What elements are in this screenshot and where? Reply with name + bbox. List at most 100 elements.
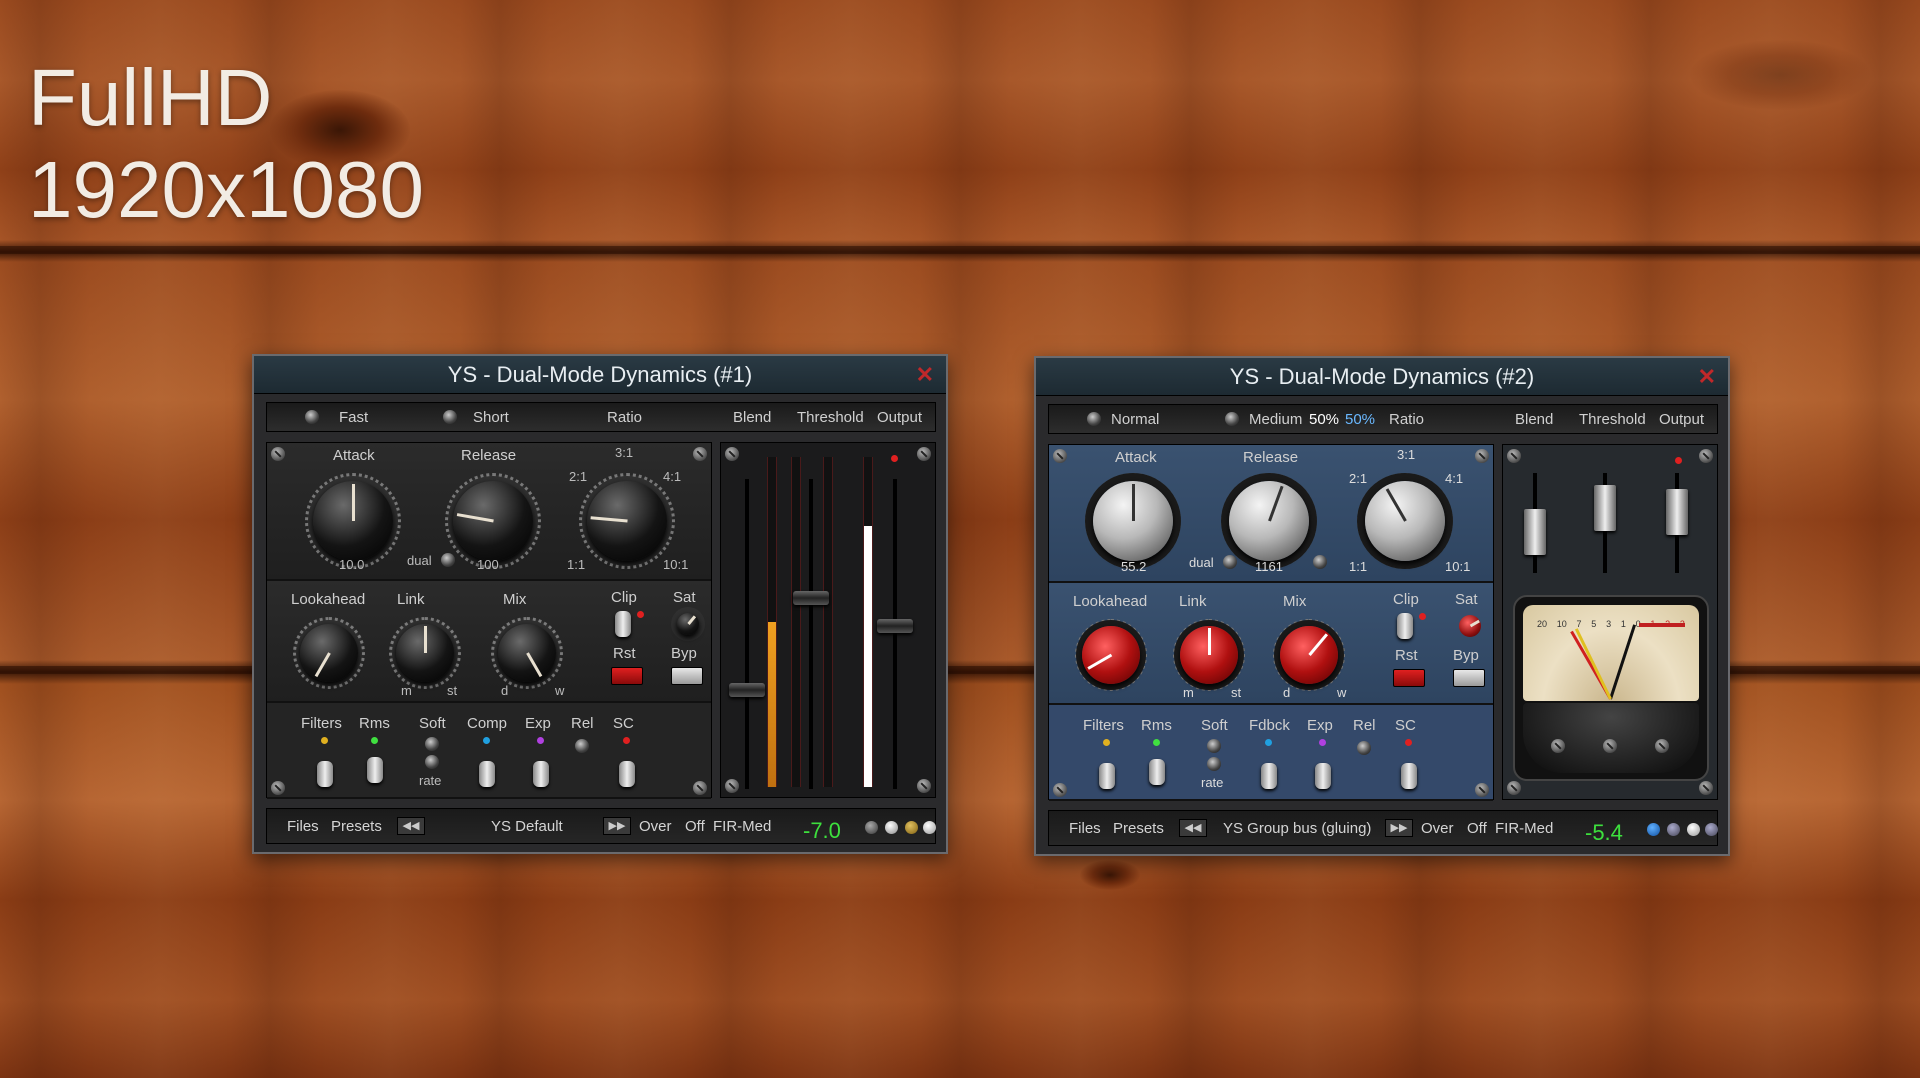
sc-toggle[interactable]	[614, 761, 640, 787]
attack-mode-label[interactable]: Normal	[1111, 411, 1159, 428]
sc-toggle[interactable]	[1396, 763, 1422, 789]
color-dot[interactable]	[905, 821, 918, 834]
presets-button[interactable]: Presets	[331, 818, 382, 835]
release-knob[interactable]	[453, 481, 533, 561]
release-mode-label[interactable]: Short	[473, 409, 509, 426]
filters-toggle[interactable]	[1094, 763, 1120, 789]
pct-label-1: 50%	[1309, 411, 1340, 428]
rel-radio[interactable]	[575, 739, 589, 753]
ratio-knob[interactable]	[1365, 481, 1445, 561]
fir-label[interactable]: FIR-Med	[1495, 820, 1553, 837]
release-link-radio[interactable]	[1313, 555, 1327, 569]
threshold-fader[interactable]	[1594, 485, 1616, 531]
rel-radio[interactable]	[1357, 741, 1371, 755]
soft-radio[interactable]	[1207, 739, 1221, 753]
rst-button[interactable]	[611, 667, 643, 685]
exp-toggle[interactable]	[528, 761, 554, 787]
off-label[interactable]: Off	[685, 818, 705, 835]
attack-knob[interactable]	[313, 481, 393, 561]
rst-button[interactable]	[1393, 669, 1425, 687]
gain-readout: -7.0	[803, 818, 841, 843]
color-dot[interactable]	[1687, 823, 1700, 836]
dual-radio[interactable]	[1223, 555, 1237, 569]
title-bar[interactable]: YS - Dual-Mode Dynamics (#2) ✕	[1036, 358, 1728, 396]
presets-button[interactable]: Presets	[1113, 820, 1164, 837]
ratio-knob[interactable]	[587, 481, 667, 561]
attack-mode-label[interactable]: Fast	[339, 409, 368, 426]
blend-label: Blend	[733, 409, 772, 426]
prev-preset-button[interactable]: ◀◀	[1179, 819, 1207, 837]
byp-button[interactable]	[1453, 669, 1485, 687]
plugin-window-2[interactable]: YS - Dual-Mode Dynamics (#2) ✕ Normal Me…	[1034, 356, 1730, 856]
rate-radio[interactable]	[1207, 757, 1221, 771]
byp-button[interactable]	[671, 667, 703, 685]
preset-name[interactable]: YS Default	[491, 818, 563, 835]
threshold-fader[interactable]	[793, 591, 829, 605]
screw-icon	[693, 781, 707, 795]
over-label[interactable]: Over	[1421, 820, 1454, 837]
release-knob[interactable]	[1229, 481, 1309, 561]
link-knob[interactable]	[396, 624, 454, 682]
files-button[interactable]: Files	[287, 818, 319, 835]
filters-toggle[interactable]	[312, 761, 338, 787]
next-preset-button[interactable]: ▶▶	[603, 817, 631, 835]
files-button[interactable]: Files	[1069, 820, 1101, 837]
byp-label: Byp	[671, 645, 697, 662]
color-dot[interactable]	[1705, 823, 1718, 836]
lookahead-knob[interactable]	[300, 624, 358, 682]
clip-toggle[interactable]	[1392, 613, 1418, 639]
output-fader[interactable]	[877, 619, 913, 633]
ratio-label: Ratio	[607, 409, 643, 426]
close-icon[interactable]: ✕	[916, 356, 934, 394]
blend-fader[interactable]	[729, 683, 765, 697]
lookahead-knob[interactable]	[1082, 626, 1140, 684]
attack-mode-radio[interactable]	[1087, 412, 1101, 426]
vu-red-zone	[1639, 623, 1685, 627]
soft-radio[interactable]	[425, 737, 439, 751]
prev-preset-button[interactable]: ◀◀	[397, 817, 425, 835]
blend-fader[interactable]	[1524, 509, 1546, 555]
rate-label: rate	[1201, 775, 1224, 790]
next-preset-button[interactable]: ▶▶	[1385, 819, 1413, 837]
title-bar[interactable]: YS - Dual-Mode Dynamics (#1) ✕	[254, 356, 946, 394]
color-dot[interactable]	[1647, 823, 1660, 836]
dual-label: dual	[407, 553, 432, 568]
color-dot[interactable]	[923, 821, 936, 834]
output-slot	[893, 479, 897, 789]
release-mode-radio[interactable]	[1225, 412, 1239, 426]
sat-knob[interactable]	[1459, 615, 1481, 637]
link-st: st	[1231, 685, 1242, 700]
color-dot[interactable]	[1667, 823, 1680, 836]
fdbck-toggle[interactable]	[1256, 763, 1282, 789]
ratio-10-1: 10:1	[663, 557, 689, 572]
fir-label[interactable]: FIR-Med	[713, 818, 771, 835]
rms-toggle[interactable]	[1144, 759, 1170, 785]
output-fader[interactable]	[1666, 489, 1688, 535]
preset-name[interactable]: YS Group bus (gluing)	[1223, 820, 1371, 837]
options-section: Filters Rms Soft rate Comp Exp Rel SC	[267, 703, 711, 799]
plugin-window-1[interactable]: YS - Dual-Mode Dynamics (#1) ✕ Fast Shor…	[252, 354, 948, 854]
attack-knob[interactable]	[1093, 481, 1173, 561]
rms-led	[371, 737, 378, 744]
sc-led	[623, 737, 630, 744]
comp-toggle[interactable]	[474, 761, 500, 787]
exp-toggle[interactable]	[1310, 763, 1336, 789]
mix-knob[interactable]	[498, 624, 556, 682]
sat-knob[interactable]	[677, 613, 699, 635]
clip-toggle[interactable]	[610, 611, 636, 637]
color-dot[interactable]	[865, 821, 878, 834]
attack-mode-radio[interactable]	[305, 410, 319, 424]
close-icon[interactable]: ✕	[1698, 358, 1716, 396]
over-label[interactable]: Over	[639, 818, 672, 835]
mix-knob[interactable]	[1280, 626, 1338, 684]
link-knob[interactable]	[1180, 626, 1238, 684]
release-mode-label[interactable]: Medium	[1249, 411, 1302, 428]
rate-radio[interactable]	[425, 755, 439, 769]
color-dot[interactable]	[885, 821, 898, 834]
wood-knot	[1080, 860, 1140, 890]
dual-radio[interactable]	[441, 553, 455, 567]
attack-label: Attack	[1115, 449, 1157, 466]
release-mode-radio[interactable]	[443, 410, 457, 424]
rms-toggle[interactable]	[362, 757, 388, 783]
off-label[interactable]: Off	[1467, 820, 1487, 837]
